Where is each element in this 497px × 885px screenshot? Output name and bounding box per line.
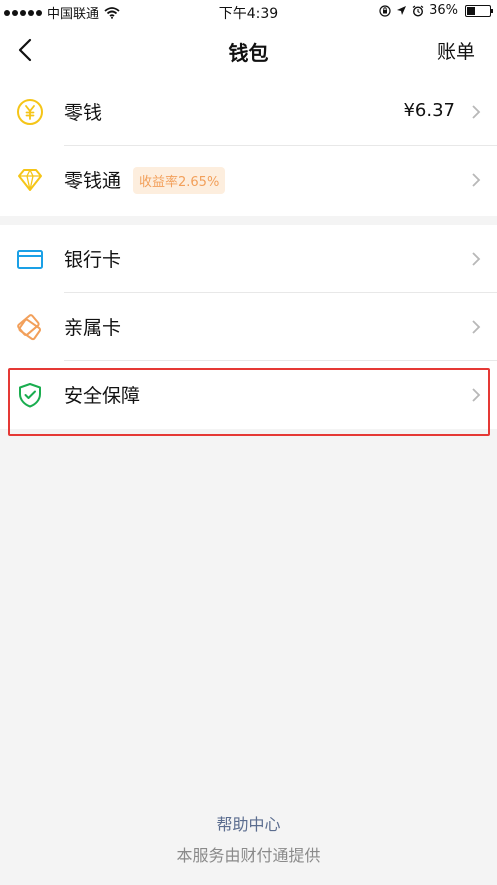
bank-card-label: 银行卡 [64, 249, 122, 271]
family-card-icon [17, 314, 42, 341]
battery-percent: 36% [429, 3, 458, 18]
security-label: 安全保障 [64, 385, 141, 407]
cards-group: 银行卡 亲属卡 安全保障 [0, 225, 497, 429]
bank-card-row[interactable]: 银行卡 [0, 225, 497, 293]
security-row[interactable]: 安全保障 [0, 361, 497, 429]
chevron-right-icon [472, 252, 481, 266]
chevron-right-icon [472, 173, 481, 187]
chevron-right-icon [472, 320, 481, 334]
shield-icon [19, 383, 41, 408]
back-chevron-icon[interactable] [14, 36, 38, 64]
bill-button[interactable]: 账单 [437, 37, 475, 64]
change-amount: ¥6.37 [403, 100, 455, 121]
status-bar: 中国联通 下午4:39 36% [0, 0, 497, 22]
diamond-icon [18, 169, 42, 191]
lingqiantong-row[interactable]: 零钱通 收益率2.65% [0, 146, 497, 214]
wallet-balance-group: 零钱 ¥6.37 零钱通 收益率2.65% [0, 78, 497, 216]
alarm-icon [412, 5, 424, 17]
battery-icon [465, 4, 493, 17]
bank-card-icon [17, 250, 43, 269]
change-label: 零钱 [64, 102, 103, 124]
change-balance-row[interactable]: 零钱 ¥6.37 [0, 78, 497, 146]
family-card-row[interactable]: 亲属卡 [0, 293, 497, 361]
family-card-label: 亲属卡 [64, 317, 122, 339]
yield-rate-badge: 收益率2.65% [133, 167, 226, 194]
page-title: 钱包 [228, 41, 269, 65]
yuan-coin-icon [17, 99, 43, 125]
service-provider-note: 本服务由财付通提供 [176, 846, 321, 865]
help-center-link[interactable]: 帮助中心 [0, 811, 497, 835]
lingqiantong-label: 零钱通 [64, 170, 122, 192]
orientation-lock-icon [379, 4, 391, 17]
nav-bar: 钱包 账单 [0, 22, 497, 78]
status-right: 36% [379, 3, 493, 18]
chevron-right-icon [472, 388, 481, 402]
chevron-right-icon [472, 105, 481, 119]
location-icon [397, 6, 407, 15]
